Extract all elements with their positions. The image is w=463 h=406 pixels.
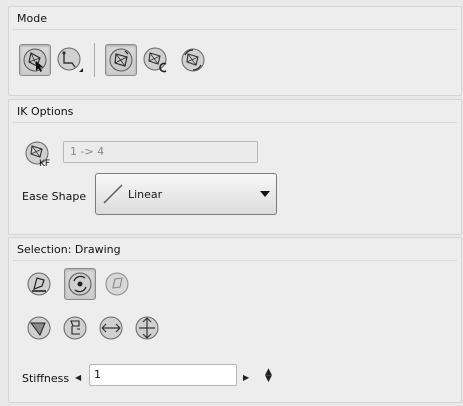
- ik-constraint-icon: [143, 47, 167, 73]
- move-vertical-button[interactable]: [131, 312, 163, 344]
- move-horizontal-icon: [99, 316, 123, 340]
- bone-tool-button[interactable]: [23, 312, 55, 344]
- ik-options-divider: [13, 122, 457, 123]
- select-drawing-button[interactable]: [23, 268, 55, 300]
- stiffness-decrease-arrow[interactable]: ◀: [75, 373, 81, 382]
- ik-pose-tool-button[interactable]: [105, 44, 137, 76]
- mode-section: Mode: [8, 6, 462, 96]
- ik-rotate-tool-button[interactable]: [177, 44, 209, 76]
- svg-text:KF: KF: [39, 159, 50, 169]
- ik-manipulator-tool-button[interactable]: [54, 44, 86, 76]
- selection-title: Selection: Drawing: [17, 243, 121, 256]
- bone-tool-icon: [27, 316, 51, 340]
- stiffness-spinner-icon[interactable]: ▲ ▼: [265, 368, 272, 384]
- chevron-down-icon: [260, 191, 270, 197]
- linear-curve-icon: [103, 184, 123, 204]
- shape-deform-button[interactable]: [101, 268, 133, 300]
- stiffness-increase-arrow[interactable]: ▶: [243, 373, 249, 382]
- mode-separator: [94, 43, 95, 77]
- keyframe-ik-icon: KF: [25, 141, 50, 169]
- transform-tool-icon: [23, 48, 47, 72]
- hierarchy-tool-button[interactable]: [59, 312, 91, 344]
- ik-constraint-tool-button[interactable]: [140, 44, 172, 76]
- move-vertical-icon: [135, 316, 159, 340]
- select-drawing-icon: [27, 272, 51, 296]
- keyframe-range-field[interactable]: 1 -> 4: [63, 141, 258, 163]
- shape-deform-icon: [105, 272, 129, 296]
- mode-divider: [13, 29, 457, 30]
- rotation-pivot-icon: [68, 272, 92, 296]
- stiffness-field[interactable]: 1: [89, 364, 237, 386]
- rotation-pivot-button[interactable]: [64, 268, 96, 300]
- ease-shape-dropdown[interactable]: Linear: [95, 173, 277, 215]
- ik-options-title: IK Options: [17, 105, 74, 118]
- keyframe-ik-button[interactable]: KF: [22, 138, 54, 170]
- stiffness-label: Stiffness: [22, 372, 70, 385]
- keyframe-range-text: 1 -> 4: [70, 145, 105, 158]
- mode-title: Mode: [17, 12, 47, 25]
- ease-shape-label: Ease Shape: [22, 190, 87, 203]
- ik-manipulator-icon: [57, 47, 83, 72]
- ik-rotate-icon: [181, 48, 205, 72]
- selection-divider: [13, 260, 457, 261]
- hierarchy-tool-icon: [63, 316, 87, 340]
- move-horizontal-button[interactable]: [95, 312, 127, 344]
- ik-options-section: IK Options KF 1 -> 4 Ease Shape Linear: [8, 99, 462, 235]
- ease-shape-value: Linear: [128, 187, 163, 201]
- ik-pose-icon: [109, 48, 133, 72]
- stiffness-value: 1: [94, 368, 101, 381]
- selection-section: Selection: Drawing Stiffness ◀ 1 ▶ ▲ ▼: [8, 237, 462, 403]
- transform-tool-button[interactable]: [19, 44, 51, 76]
